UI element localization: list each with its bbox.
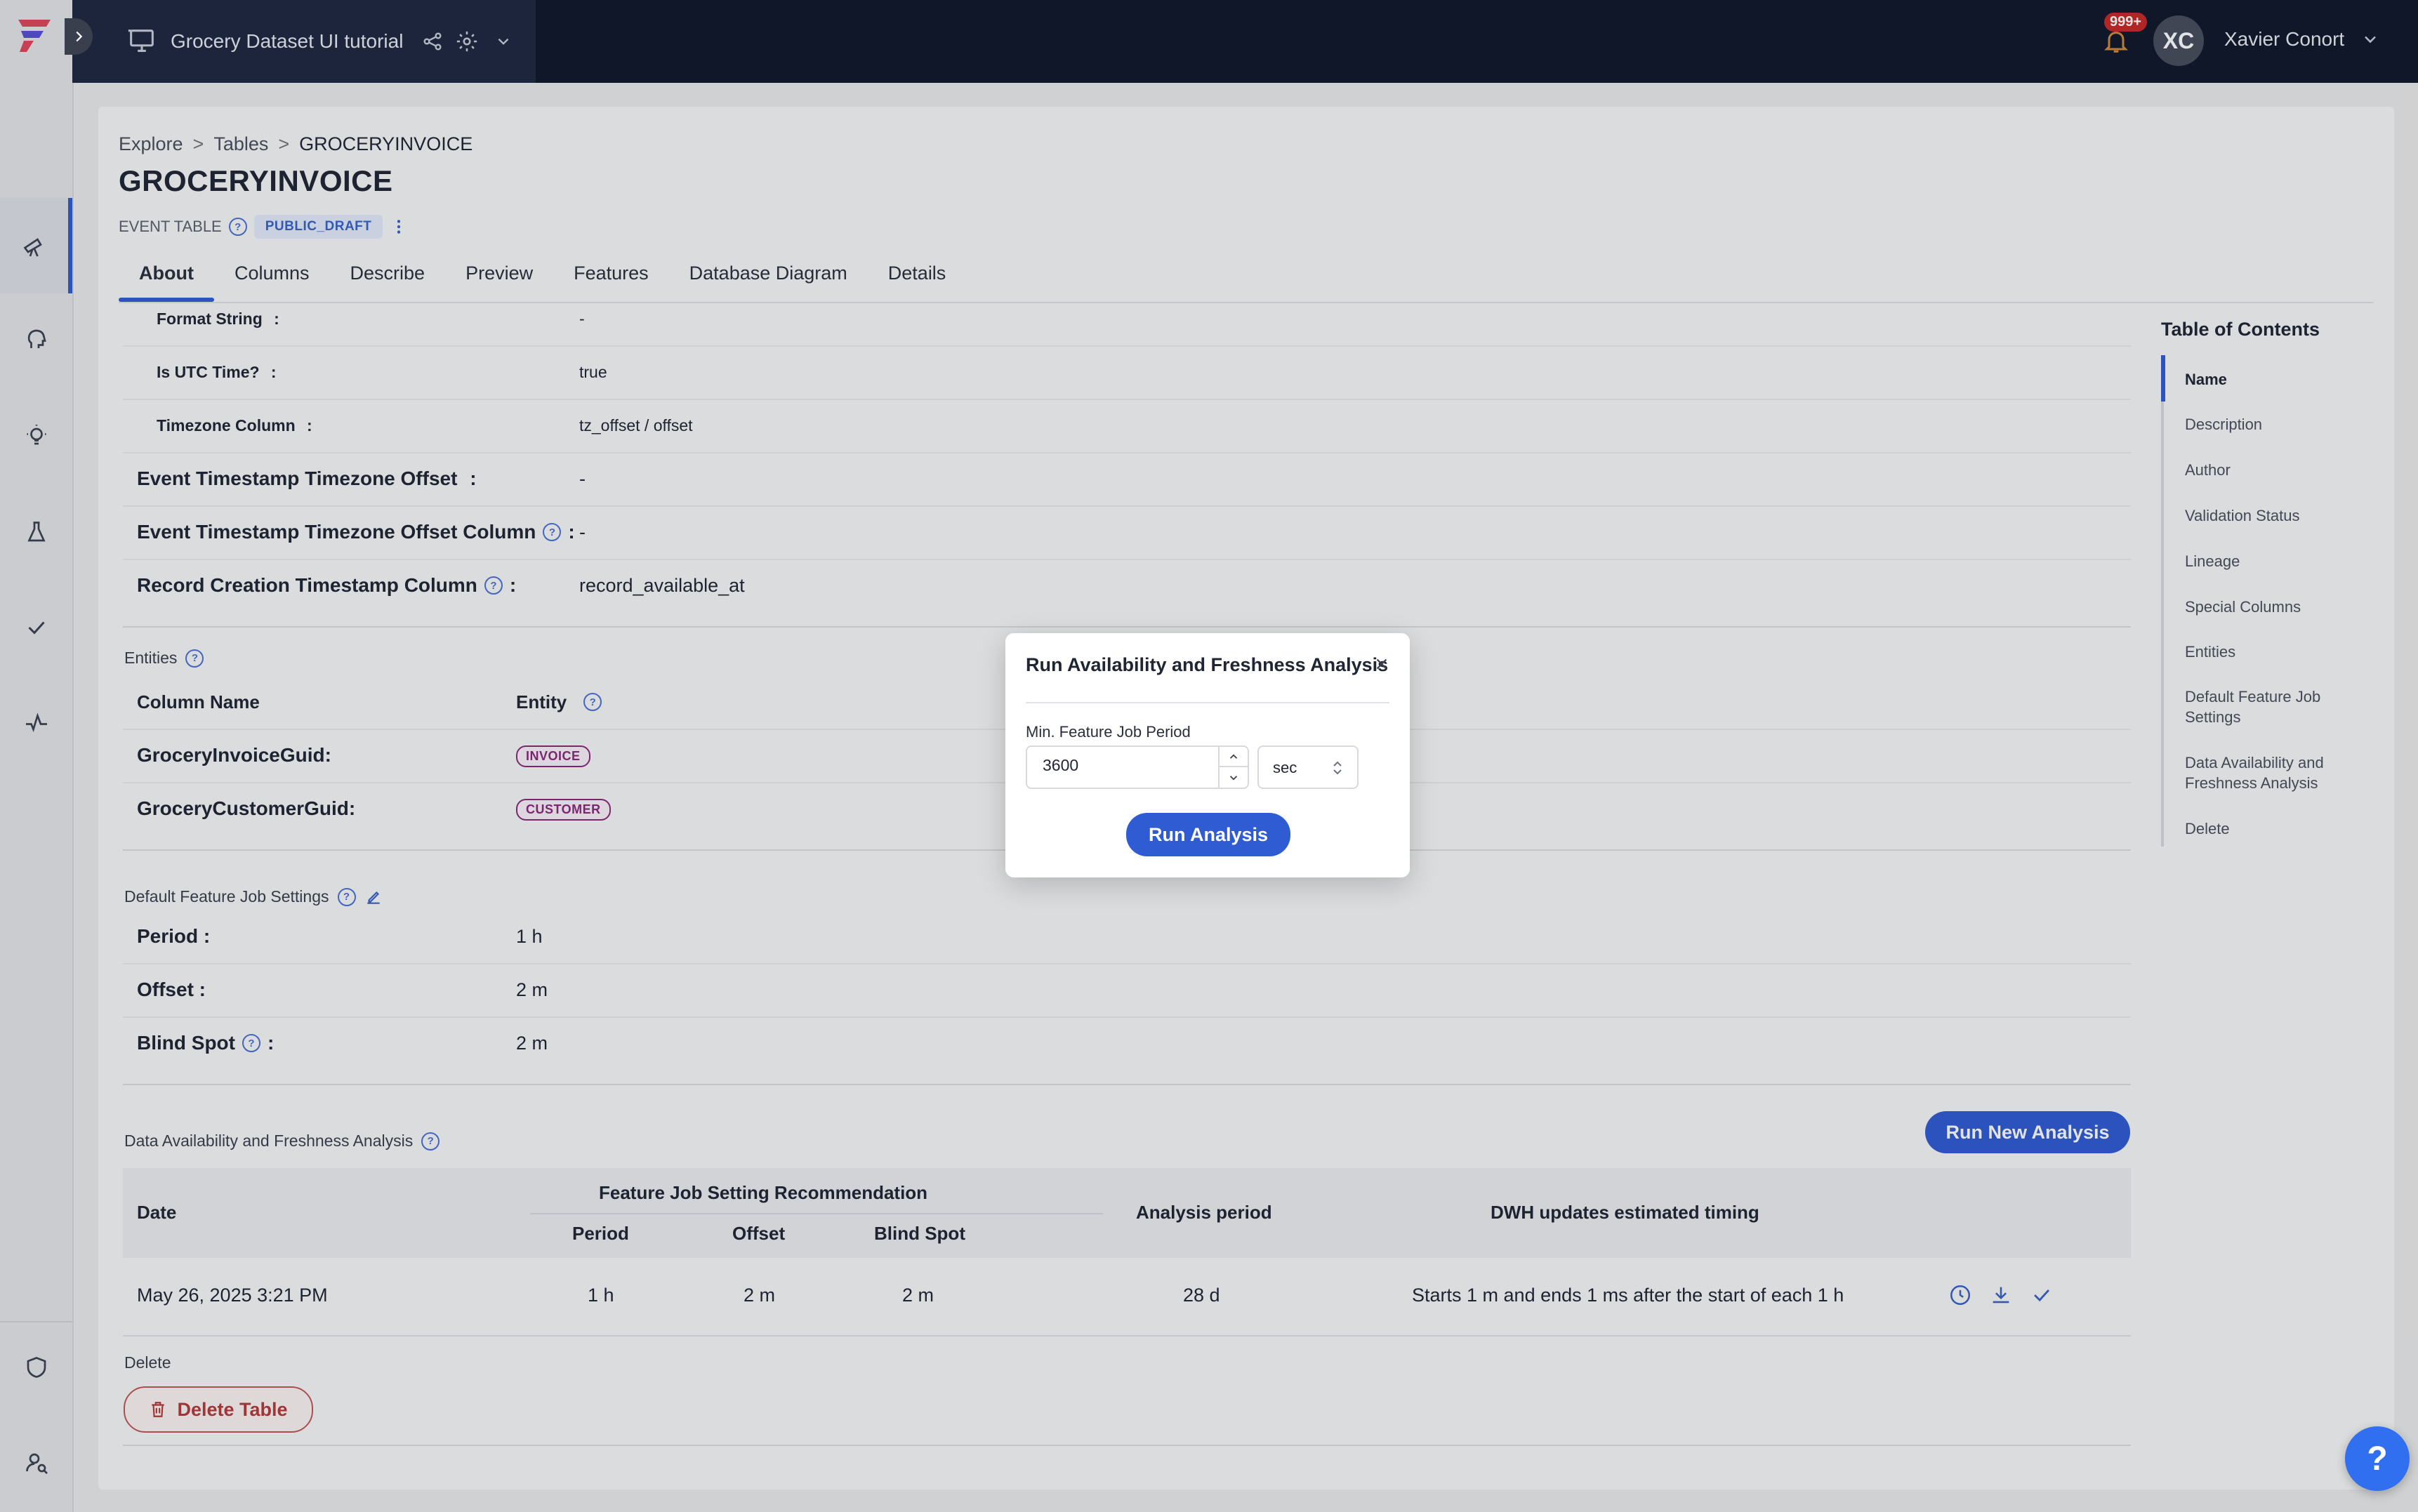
quantity-stepper xyxy=(1218,747,1248,788)
chevron-right-icon xyxy=(76,31,83,42)
dialog-title: Run Availability and Freshness Analysis xyxy=(1026,654,1389,675)
unit-select[interactable]: sec xyxy=(1257,745,1359,789)
decrement-button[interactable] xyxy=(1220,767,1248,788)
dialog-divider xyxy=(1026,702,1389,703)
min-job-period-field xyxy=(1026,745,1249,789)
close-icon xyxy=(1376,658,1387,670)
chevron-up-icon xyxy=(1229,753,1238,759)
close-button[interactable] xyxy=(1370,653,1393,675)
increment-button[interactable] xyxy=(1220,747,1248,767)
min-job-period-label: Min. Feature Job Period xyxy=(1026,723,1191,741)
unit-select-value: sec xyxy=(1273,759,1297,776)
run-analysis-dialog: Run Availability and Freshness Analysis … xyxy=(1005,633,1410,877)
run-analysis-button[interactable]: Run Analysis xyxy=(1126,813,1290,856)
sort-arrows-icon xyxy=(1333,761,1342,775)
help-button[interactable]: ? xyxy=(2345,1426,2410,1491)
min-job-period-input[interactable] xyxy=(1041,755,1198,776)
chevron-down-icon xyxy=(1229,775,1238,781)
